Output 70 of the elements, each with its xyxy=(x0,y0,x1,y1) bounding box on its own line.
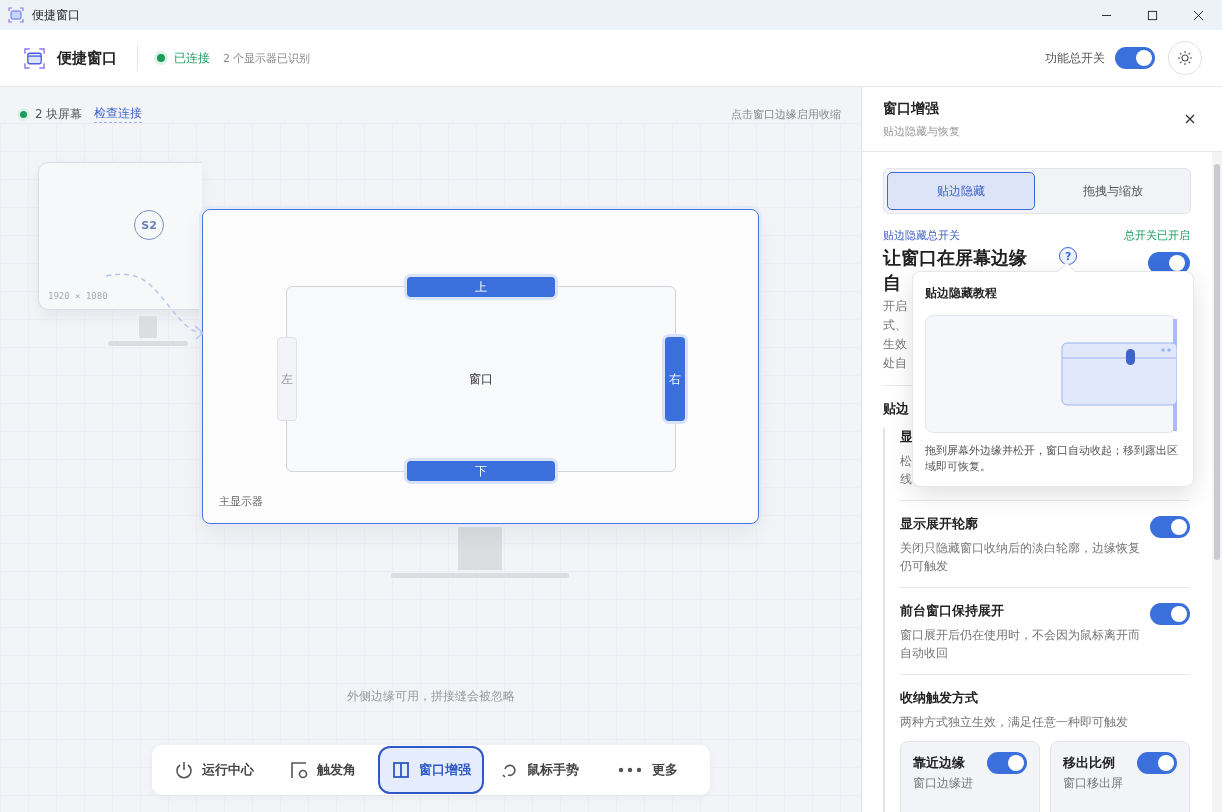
section-label: 贴边隐藏总开关 xyxy=(883,228,961,243)
setting-description: 线 xyxy=(900,471,913,488)
master-toggle[interactable] xyxy=(1115,47,1155,69)
feature-description: 处自 xyxy=(883,355,909,372)
setting-description: 窗口展开后仍在使用时，不会因为鼠标离开而自动收回 xyxy=(900,627,1142,662)
feature-description: 开启 xyxy=(883,298,909,315)
edge-handle[interactable]: 上 xyxy=(407,277,555,297)
screen-count: 2 块屏幕 xyxy=(35,105,83,123)
secondary-monitor[interactable]: S2 1920 × 1080 xyxy=(38,162,202,310)
check-connection-link[interactable]: 检查连接 xyxy=(94,105,143,123)
display-count: 2 个显示器已识别 xyxy=(223,50,311,66)
panel-tab[interactable]: 拖拽与缩放 xyxy=(1039,172,1188,210)
option-title: 靠近边缘 xyxy=(913,754,966,772)
nav-tab[interactable]: 运行中心 xyxy=(161,746,268,794)
setting-title: 显 xyxy=(900,428,914,446)
setting-title: 显示展开轮廓 xyxy=(900,515,980,533)
feature-description: 生效 xyxy=(883,336,909,353)
resolution-label: 1920 × 1080 xyxy=(48,291,108,301)
scrollbar[interactable] xyxy=(1212,152,1222,812)
option-description: 窗口边缘进 xyxy=(913,776,975,791)
option-toggle[interactable] xyxy=(987,752,1028,774)
app-icon xyxy=(8,7,24,23)
panel-title: 窗口增强 xyxy=(883,99,941,118)
nav-tab[interactable]: 窗口增强 xyxy=(377,746,485,794)
gear-icon xyxy=(1177,50,1193,66)
option-description: 窗口移出屏 xyxy=(1063,776,1125,791)
feature-description: 式、 xyxy=(883,317,909,334)
setting-description: 两种方式独立生效，满足任意一种即可触发 xyxy=(900,714,1129,731)
feature-title: 自 xyxy=(883,271,902,295)
close-icon[interactable] xyxy=(1193,9,1204,21)
feature-title: 让窗口在屏幕边缘 xyxy=(883,246,1028,270)
canvas-hint: 点击窗口边缘启用收缩 xyxy=(731,106,842,122)
setting-toggle[interactable] xyxy=(1150,603,1191,625)
nav-tab[interactable]: 触发角 xyxy=(269,746,376,794)
setting-title: 前台窗口保持展开 xyxy=(900,602,1006,620)
more-icon xyxy=(617,766,644,774)
connection-status: 已连接 xyxy=(174,49,210,67)
section-heading: 贴边 xyxy=(883,400,911,418)
setting-toggle[interactable] xyxy=(1150,516,1191,538)
switch-status: 总开关已开启 xyxy=(1124,228,1191,243)
feature-toggle[interactable] xyxy=(1148,252,1191,274)
nav-tab[interactable]: 鼠标手势 xyxy=(486,746,593,794)
corner-icon xyxy=(289,760,310,780)
setting-title: 收纳触发方式 xyxy=(900,689,979,707)
screens-dot xyxy=(20,110,27,118)
help-button[interactable]: ? xyxy=(1059,247,1078,265)
master-switch-label: 功能总开关 xyxy=(1045,49,1105,67)
option-title: 移出比例 xyxy=(1063,754,1116,772)
close-icon[interactable] xyxy=(1185,114,1195,124)
columns-icon xyxy=(391,760,411,780)
edge-handle[interactable]: 下 xyxy=(407,461,555,481)
primary-monitor[interactable]: 上 左 窗口 下 右 主显示器 xyxy=(202,209,759,524)
maximize-icon[interactable] xyxy=(1147,9,1158,21)
canvas-footnote: 外侧边缘可用，拼接缝会被忽略 xyxy=(345,688,516,705)
panel-tab[interactable]: 贴边隐藏 xyxy=(887,172,1036,210)
setting-description: 松 xyxy=(900,453,913,470)
panel-subtitle: 贴边隐藏与恢复 xyxy=(883,123,962,139)
power-icon xyxy=(174,760,195,780)
nav-tab[interactable]: 更多 xyxy=(594,746,702,794)
option-toggle[interactable] xyxy=(1137,752,1178,774)
monitor-label: 主显示器 xyxy=(219,494,263,509)
window-label: 窗口 xyxy=(469,371,493,388)
theme-button[interactable] xyxy=(1168,41,1202,75)
popover-text: 拖到屏幕外边缘并松开，窗口自动收起；移到露出区域即可恢复。 xyxy=(925,443,1180,474)
app-name: 便捷窗口 xyxy=(57,48,117,68)
edge-handle[interactable]: 右 xyxy=(665,337,685,421)
app-icon xyxy=(24,47,45,69)
popover-title: 贴边隐藏教程 xyxy=(925,285,999,302)
window-title: 便捷窗口 xyxy=(32,6,80,24)
setting-description: 关闭只隐藏窗口收纳后的淡白轮廓，边缘恢复仍可触发 xyxy=(900,540,1142,575)
